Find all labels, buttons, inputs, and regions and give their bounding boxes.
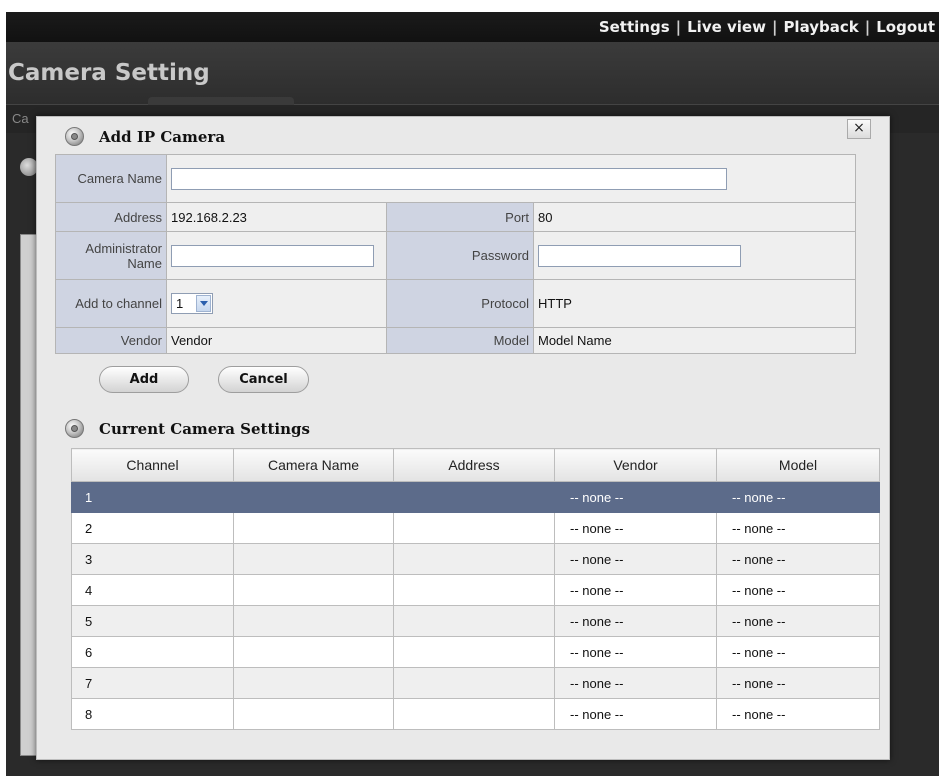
table-cell (393, 698, 555, 730)
table-cell: -- none -- (554, 636, 717, 668)
vendor-label: Vendor (55, 327, 167, 354)
table-cell: -- none -- (716, 605, 880, 637)
table-cell (233, 574, 394, 606)
chevron-down-icon (196, 295, 211, 312)
table-cell (233, 667, 394, 699)
gear-icon (65, 127, 84, 146)
channel-select[interactable]: 1 (171, 293, 213, 314)
dialog-title: Add IP Camera (99, 128, 226, 146)
page-title: Camera Setting (8, 60, 210, 86)
table-cell (233, 481, 394, 513)
address-value: 192.168.2.23 (166, 202, 387, 232)
nav-live-view-link[interactable]: Live view (687, 18, 766, 36)
table-cell: -- none -- (554, 667, 717, 699)
table-cell: -- none -- (554, 481, 717, 513)
nav-playback-link[interactable]: Playback (783, 18, 858, 36)
table-cell (393, 605, 555, 637)
cancel-button[interactable]: Cancel (218, 366, 309, 393)
table-row[interactable]: 4 -- none -- -- none -- (71, 574, 880, 606)
address-label: Address (55, 202, 167, 232)
table-cell: 4 (71, 574, 234, 606)
model-value: Model Name (532, 327, 857, 354)
model-label: Model (386, 327, 534, 354)
table-cell (393, 481, 555, 513)
close-button[interactable]: × (847, 119, 871, 139)
table-row[interactable]: 5 -- none -- -- none -- (71, 605, 880, 637)
column-header[interactable]: Model (716, 448, 880, 482)
column-header[interactable]: Vendor (554, 448, 717, 482)
table-cell: -- none -- (716, 698, 880, 730)
table-row[interactable]: 6 -- none -- -- none -- (71, 636, 880, 668)
camera-name-input[interactable] (171, 167, 727, 190)
table-cell: -- none -- (554, 574, 717, 606)
camera-name-label: Camera Name (55, 154, 167, 203)
add-to-channel-label: Add to channel (55, 279, 167, 328)
title-bar: Camera Setting (6, 42, 939, 104)
administrator-name-input[interactable] (171, 244, 374, 267)
gear-icon (65, 419, 84, 438)
protocol-value: HTTP (532, 279, 857, 328)
table-cell: -- none -- (554, 698, 717, 730)
vendor-value: Vendor (166, 327, 387, 354)
protocol-label: Protocol (386, 279, 534, 328)
table-cell (393, 543, 555, 575)
port-value: 80 (532, 202, 857, 232)
port-label: Port (386, 202, 534, 232)
table-cell (393, 667, 555, 699)
table-cell: 3 (71, 543, 234, 575)
nav-separator: | (675, 18, 682, 36)
table-cell: 1 (71, 481, 234, 513)
nav-settings-link[interactable]: Settings (599, 18, 670, 36)
table-cell: -- none -- (716, 667, 880, 699)
column-header[interactable]: Channel (71, 448, 234, 482)
table-cell: -- none -- (716, 481, 880, 513)
table-cell: -- none -- (554, 605, 717, 637)
table-cell: -- none -- (716, 574, 880, 606)
current-settings-title: Current Camera Settings (99, 420, 310, 438)
table-cell (233, 636, 394, 668)
tab-active-indicator (148, 97, 294, 105)
table-cell: -- none -- (716, 543, 880, 575)
add-ip-camera-dialog: Add IP Camera × Camera Name Address 192.… (36, 116, 890, 760)
nav-separator: | (864, 18, 871, 36)
table-row[interactable]: 7 -- none -- -- none -- (71, 667, 880, 699)
table-cell (393, 512, 555, 544)
table-cell: 8 (71, 698, 234, 730)
table-cell: 6 (71, 636, 234, 668)
table-cell (233, 605, 394, 637)
table-cell (393, 636, 555, 668)
table-row[interactable]: 2 -- none -- -- none -- (71, 512, 880, 544)
table-cell: 7 (71, 667, 234, 699)
tab-camera[interactable]: Ca (12, 111, 29, 126)
table-row[interactable]: 3 -- none -- -- none -- (71, 543, 880, 575)
table-cell (233, 543, 394, 575)
table-cell (393, 574, 555, 606)
table-cell (233, 698, 394, 730)
table-cell: -- none -- (554, 512, 717, 544)
add-button[interactable]: Add (99, 366, 189, 393)
table-row[interactable]: 8 -- none -- -- none -- (71, 698, 880, 730)
top-bar: Settings | Live view | Playback | Logout (6, 12, 939, 42)
table-header-row: Channel Camera Name Address Vendor Model (71, 448, 880, 482)
table-cell (233, 512, 394, 544)
table-row[interactable]: 1 -- none -- -- none -- (71, 481, 880, 513)
password-input[interactable] (538, 244, 741, 267)
column-header[interactable]: Address (393, 448, 555, 482)
nav-logout-link[interactable]: Logout (876, 18, 935, 36)
nav-separator: | (771, 18, 778, 36)
table-cell: 5 (71, 605, 234, 637)
channel-select-value: 1 (176, 296, 184, 311)
top-nav: Settings | Live view | Playback | Logout (599, 18, 935, 36)
column-header[interactable]: Camera Name (233, 448, 394, 482)
table-cell: 2 (71, 512, 234, 544)
add-camera-form: Camera Name Address 192.168.2.23 Port 80… (55, 154, 857, 354)
table-cell: -- none -- (716, 512, 880, 544)
current-camera-table: Channel Camera Name Address Vendor Model… (71, 448, 880, 730)
table-cell: -- none -- (716, 636, 880, 668)
password-label: Password (386, 231, 534, 280)
administrator-name-label: Administrator Name (55, 231, 167, 280)
table-cell: -- none -- (554, 543, 717, 575)
